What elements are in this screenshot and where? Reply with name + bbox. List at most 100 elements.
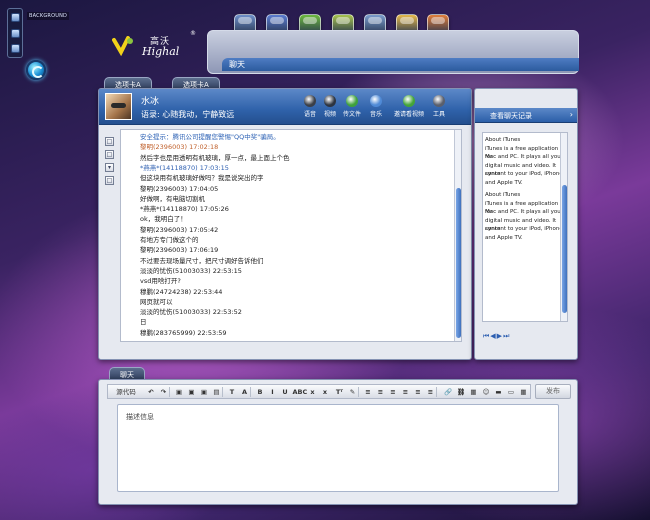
- text-color-button[interactable]: Tᵀ: [333, 387, 347, 397]
- scroll-thumb[interactable]: [456, 188, 461, 338]
- chat-message: 黎明(2396003) 17:05:42: [140, 225, 219, 234]
- align-left-button[interactable]: ≡: [363, 387, 373, 397]
- chat-message: vsd用啥打开?: [140, 277, 181, 286]
- history-content[interactable]: About iTunes iTunes is a free application…: [482, 132, 568, 322]
- microphone-icon: [304, 95, 316, 107]
- side-tool-frame-icon[interactable]: □: [105, 150, 114, 159]
- display-icon[interactable]: [11, 44, 20, 53]
- history-header[interactable]: 查看聊天记录 ›: [475, 108, 577, 123]
- send-file-button[interactable]: 传文件: [339, 95, 365, 123]
- highlight-button[interactable]: ✎: [348, 387, 358, 397]
- link-button[interactable]: 🔗: [441, 387, 455, 397]
- history-entry-line: and Apple TV.: [485, 179, 523, 186]
- align-right-button[interactable]: ≡: [388, 387, 398, 397]
- message-scrollbar[interactable]: [454, 130, 461, 341]
- source-code-button[interactable]: 源代码: [111, 387, 141, 397]
- system-notice: 安全提示：腾讯公司提醒您警惕"QQ中奖"骗局。: [140, 133, 280, 141]
- chat-message: 黎明(2396003) 17:02:18: [140, 143, 219, 152]
- window-title: 聊天: [229, 60, 245, 69]
- gear-icon: [433, 95, 445, 107]
- fullscreen-button[interactable]: ▦: [519, 387, 529, 397]
- side-tool-box-icon[interactable]: □: [105, 176, 114, 185]
- image-button[interactable]: ▦: [469, 387, 479, 397]
- side-tool-dropdown-icon[interactable]: ▾: [105, 163, 114, 172]
- chat-message: 穆鹏(283765999) 22:53:59: [140, 328, 227, 337]
- music-button[interactable]: 音乐: [363, 95, 389, 123]
- settings-icon[interactable]: [11, 29, 20, 38]
- logo-registered: ®: [190, 30, 196, 37]
- emoji-button[interactable]: ☺: [481, 387, 491, 397]
- composer-panel: 源代码 ↶ ↷ ▣ ▣ ▣ ▤ T A B I U ABC x x Tᵀ ✎ ≡ ≡ ≡ ≡ ≡ ≡ 🔗 ⛓ ▦ ☺ ▬ ▭ ▦ 发布 …: [98, 379, 578, 505]
- font-button[interactable]: T: [227, 387, 237, 397]
- unlink-button[interactable]: ⛓: [456, 387, 466, 397]
- copy-button[interactable]: ▣: [174, 387, 184, 397]
- history-entry-line: and Apple TV.: [485, 234, 523, 241]
- history-scroll-thumb[interactable]: [562, 185, 567, 313]
- chat-header: 水冰 语录: 心随我动，宁静致远 语音 视频 传文件 音乐 邀请看视频 工具: [99, 89, 471, 125]
- superscript-button[interactable]: x: [320, 387, 330, 397]
- voice-label: 语音: [303, 111, 316, 118]
- cut-button[interactable]: ▣: [187, 387, 197, 397]
- history-scrollbar[interactable]: [560, 133, 567, 321]
- publish-button[interactable]: 发布: [535, 384, 571, 399]
- paste-button[interactable]: ▣: [199, 387, 209, 397]
- message-input[interactable]: 描述信息: [117, 404, 559, 492]
- webcam-icon: [324, 95, 336, 107]
- contact-name: 水冰: [141, 97, 160, 107]
- avatar[interactable]: [105, 93, 132, 120]
- redo-button[interactable]: ↷: [159, 387, 169, 397]
- editor-toolbar: 源代码 ↶ ↷ ▣ ▣ ▣ ▤ T A B I U ABC x x Tᵀ ✎ ≡ ≡ ≡ ≡ ≡ ≡ 🔗 ⛓ ▦ ☺ ▬ ▭ ▦: [107, 384, 531, 399]
- history-entry-title: About iTunes: [485, 137, 521, 143]
- globe-icon[interactable]: [26, 60, 46, 80]
- strikethrough-button[interactable]: ABC: [293, 387, 308, 397]
- tools-button[interactable]: 工具: [426, 95, 452, 123]
- video-label: 视频: [323, 111, 336, 118]
- align-center-button[interactable]: ≡: [376, 387, 386, 397]
- chat-message: 好做啊，有电脑切割机: [140, 194, 205, 203]
- side-tool-window-icon[interactable]: □: [105, 137, 114, 146]
- history-entry-title: About iTunes: [485, 192, 521, 198]
- history-panel: 查看聊天记录 › About iTunes iTunes is a free ap…: [474, 88, 578, 360]
- bold-button[interactable]: B: [255, 387, 265, 397]
- chat-message: 淡淡的忧伤(51003033) 22:53:52: [140, 308, 242, 317]
- background-label[interactable]: BACKGROUND: [27, 12, 70, 20]
- logo-english: Highal: [142, 45, 180, 58]
- history-entry-line: content to your iPod, iPhone,: [485, 171, 565, 177]
- italic-button[interactable]: I: [268, 387, 278, 397]
- message-history[interactable]: 安全提示：腾讯公司提醒您警惕"QQ中奖"骗局。 黎明(2396003) 17:02…: [120, 129, 462, 342]
- chat-message: 网页就可以: [140, 297, 173, 306]
- window-icon[interactable]: [11, 13, 20, 22]
- history-title: 查看聊天记录: [490, 112, 532, 120]
- brand-logo: 高沃 Highal ®: [112, 30, 204, 62]
- chevron-right-icon[interactable]: ›: [570, 110, 573, 119]
- message-placeholder: 描述信息: [126, 413, 154, 421]
- justify-button[interactable]: ≡: [401, 387, 411, 397]
- title-bar: [222, 58, 579, 71]
- chat-message: *燕燕*(14118870) 17:03:15: [140, 163, 229, 172]
- tools-label: 工具: [432, 111, 445, 118]
- chat-message: 日: [140, 318, 147, 327]
- unordered-list-button[interactable]: ≡: [426, 387, 436, 397]
- special-char-button[interactable]: ▭: [506, 387, 516, 397]
- chat-panel: 水冰 语录: 心随我动，宁静致远 语音 视频 传文件 音乐 邀请看视频 工具 □…: [98, 88, 472, 360]
- hr-button[interactable]: ▬: [494, 387, 504, 397]
- history-pager[interactable]: ⏮◀▶⏭: [483, 332, 510, 341]
- table-button[interactable]: ▤: [212, 387, 222, 397]
- underline-button[interactable]: U: [280, 387, 290, 397]
- invite-video-button[interactable]: 邀请看视频: [391, 95, 427, 123]
- undo-button[interactable]: ↶: [146, 387, 156, 397]
- font-size-button[interactable]: A: [240, 387, 250, 397]
- history-entry-line: content to your iPod, iPhone,: [485, 226, 565, 232]
- upload-arrow-icon: [346, 95, 358, 107]
- chat-message: 有地方专门做这个的: [140, 236, 199, 244]
- chat-message: 然后字也是用透明有机玻璃，厚一点，最上面上个色: [140, 153, 290, 162]
- contact-signature: 语录: 心随我动，宁静致远: [141, 110, 235, 119]
- toolbar-separator: [222, 387, 223, 397]
- mini-toolbar: [7, 8, 23, 58]
- history-entry-line: Mac and PC. It plays all your: [485, 154, 563, 160]
- subscript-button[interactable]: x: [308, 387, 318, 397]
- ordered-list-button[interactable]: ≡: [413, 387, 423, 397]
- history-entry-line: Mac and PC. It plays all your: [485, 209, 563, 215]
- chat-message: 黎明(2396003) 17:04:05: [140, 184, 219, 193]
- invite-video-label: 邀请看视频: [393, 111, 424, 118]
